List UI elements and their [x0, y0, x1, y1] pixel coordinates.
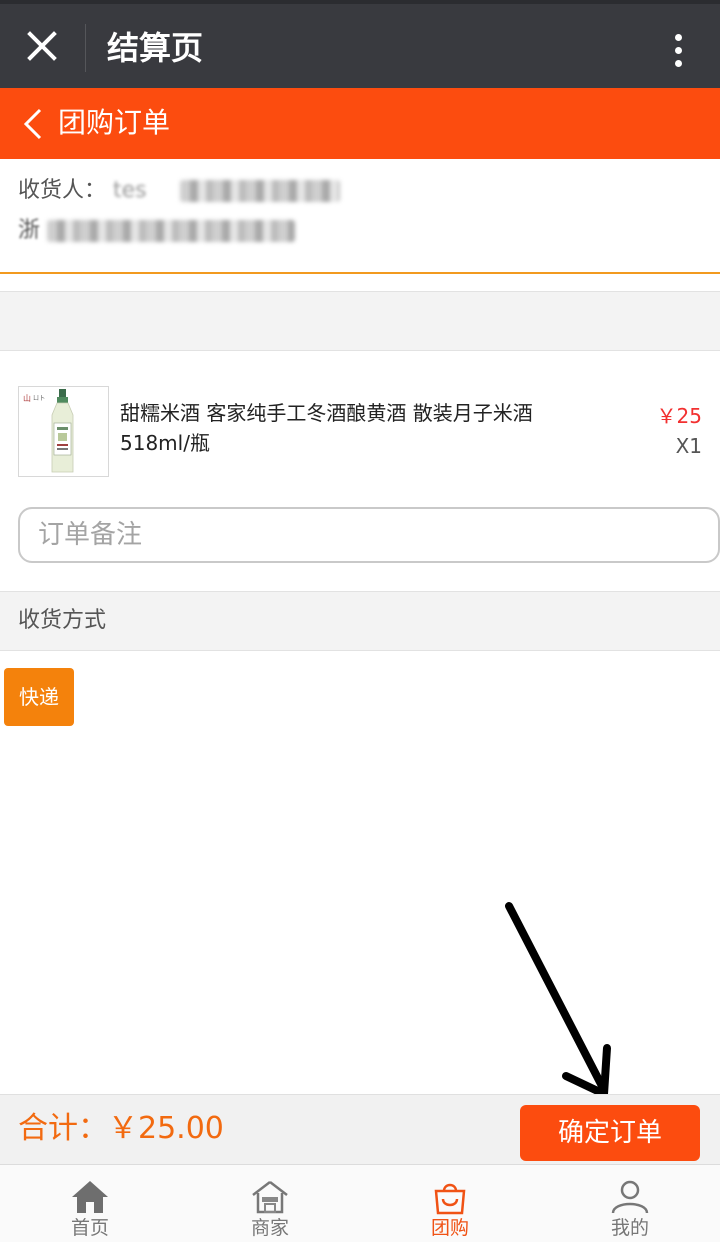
confirm-order-button[interactable]: 确定订单 — [520, 1105, 700, 1161]
tab-store[interactable]: 商家 — [180, 1165, 360, 1242]
shipping-option-express[interactable]: 快递 — [4, 668, 74, 726]
product-image[interactable]: 山 ㄩ卜 — [18, 386, 109, 477]
wechat-title-bar: 结算页 — [0, 0, 720, 88]
close-icon[interactable] — [22, 26, 62, 66]
chevron-left-icon[interactable] — [14, 104, 50, 144]
svg-text:ㄩ卜: ㄩ卜 — [33, 395, 45, 402]
page-title: 团购订单 — [58, 106, 171, 139]
address-row: 浙 — [18, 215, 296, 247]
annotation-arrow — [505, 902, 611, 1098]
checkout-bar: 合计：￥25.00 确定订单 — [0, 1094, 720, 1164]
shipping-section-header: 收货方式 — [0, 591, 720, 651]
total-value: ￥25.00 — [108, 1111, 224, 1146]
recipient-label: 收货人： — [18, 178, 107, 203]
redacted-address — [47, 220, 296, 242]
bottom-tab-bar: 首页 商家 团购 我的 — [0, 1164, 720, 1242]
tab-group-buy-label: 团购 — [430, 1217, 469, 1239]
window-title: 结算页 — [107, 29, 204, 67]
tab-home-label: 首页 — [70, 1217, 109, 1239]
product-price: ￥25 — [656, 404, 702, 428]
tab-home[interactable]: 首页 — [0, 1165, 180, 1242]
tab-store-label: 商家 — [250, 1217, 289, 1239]
recipient-name: tes — [113, 178, 147, 203]
tab-group-buy[interactable]: 团购 — [360, 1165, 540, 1242]
page-header: 团购订单 — [0, 88, 720, 159]
redacted-phone — [179, 180, 340, 202]
order-item: 山 ㄩ卜 甜糯米酒 客家纯手工冬酒酿黄酒 散装月子米酒518ml/瓶 ￥25 X… — [0, 352, 720, 502]
shipping-title: 收货方式 — [18, 608, 107, 633]
store-icon — [252, 1181, 288, 1214]
user-icon — [611, 1180, 649, 1214]
home-icon — [72, 1181, 108, 1213]
total-amount: 合计：￥25.00 — [18, 1109, 224, 1149]
section-spacer — [0, 291, 720, 351]
product-name[interactable]: 甜糯米酒 客家纯手工冬酒酿黄酒 散装月子米酒518ml/瓶 — [120, 398, 570, 458]
title-divider — [85, 24, 86, 72]
tab-profile[interactable]: 我的 — [540, 1165, 720, 1242]
more-vertical-icon[interactable] — [664, 28, 692, 72]
address-card[interactable]: 收货人： tes 浙 — [0, 159, 720, 274]
svg-text:山: 山 — [23, 393, 31, 403]
address-prefix: 浙 — [18, 218, 41, 243]
recipient-row: 收货人： tes — [18, 175, 340, 207]
shopping-bag-icon — [434, 1183, 466, 1215]
tab-profile-label: 我的 — [610, 1217, 649, 1239]
total-label: 合计： — [18, 1111, 108, 1146]
order-remark-input[interactable] — [18, 507, 720, 563]
product-quantity: X1 — [675, 434, 702, 458]
